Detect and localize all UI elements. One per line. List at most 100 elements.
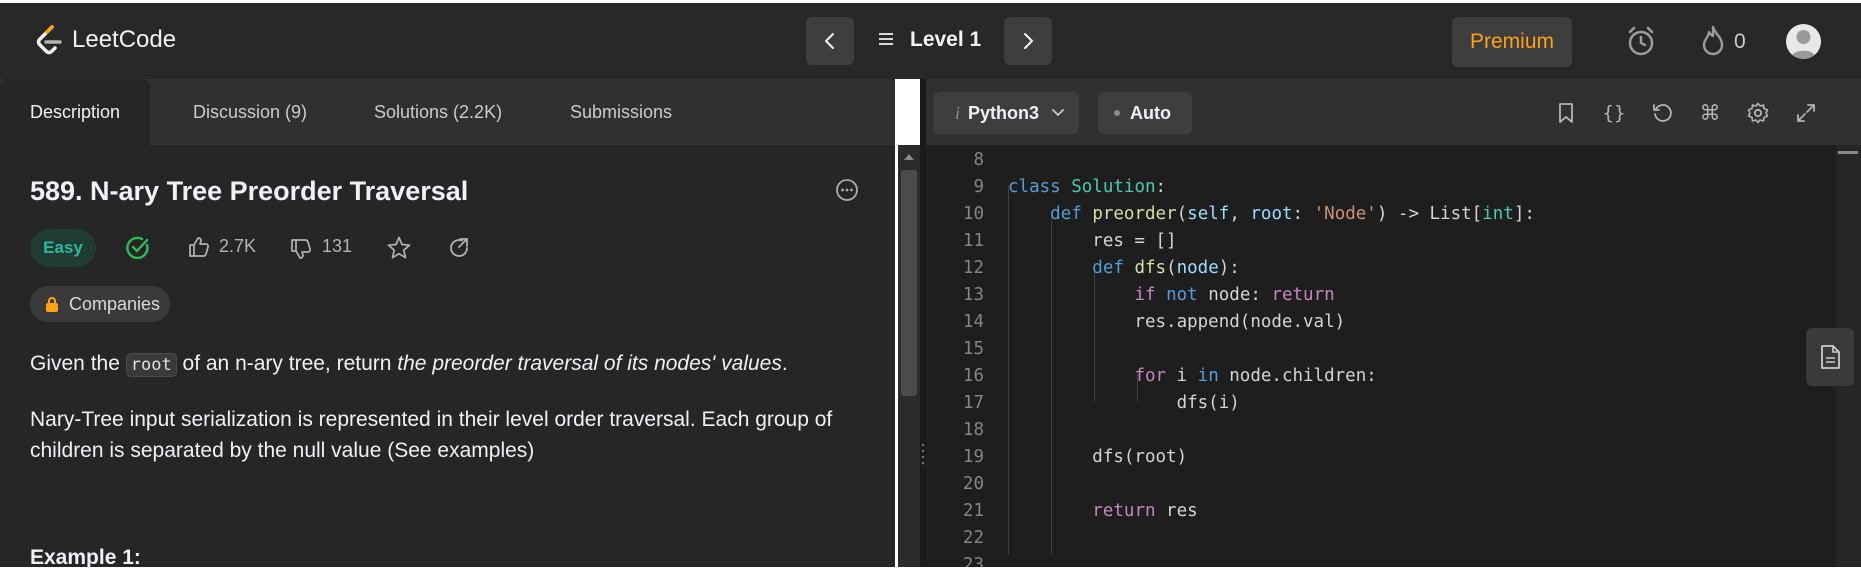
user-icon <box>1790 30 1817 59</box>
scroll-up-arrow-icon[interactable] <box>902 152 916 162</box>
notes-panel-button[interactable] <box>1806 328 1854 386</box>
line-number: 11 <box>962 231 984 251</box>
code-line: 11 res = [] <box>926 228 1836 255</box>
settings-gear-icon[interactable] <box>1745 100 1771 126</box>
code-line: 8 <box>926 147 1836 174</box>
streak-count: 0 <box>1734 30 1746 53</box>
description-scroll-thumb[interactable] <box>901 170 917 396</box>
tab-submissions[interactable]: Submissions <box>570 79 672 145</box>
fullscreen-icon[interactable] <box>1793 100 1819 126</box>
line-number: 16 <box>962 366 984 386</box>
leetcode-logo-icon[interactable] <box>34 24 64 58</box>
next-problem-button[interactable] <box>1004 17 1052 65</box>
problem-title: 589. N-ary Tree Preorder Traversal <box>30 176 469 206</box>
line-number: 14 <box>962 312 984 332</box>
more-options-icon[interactable] <box>835 178 859 202</box>
premium-button[interactable]: Premium <box>1452 17 1572 67</box>
editor-scroll-marker <box>1838 151 1858 154</box>
code-text: res = [] <box>1008 231 1177 251</box>
streak-flame-icon[interactable] <box>1698 24 1728 58</box>
code-text: dfs(i) <box>1008 393 1240 413</box>
line-number: 12 <box>962 258 984 278</box>
line-number: 9 <box>973 177 984 197</box>
info-icon: i <box>955 102 961 123</box>
language-select[interactable]: i Python3 <box>933 92 1079 134</box>
code-line: 16 for i in node.children: <box>926 363 1836 390</box>
status-dot-icon <box>1114 110 1120 116</box>
code-line: 13 if not node: return <box>926 282 1836 309</box>
desc-text-italic: the preorder traversal of its nodes' val… <box>397 352 782 375</box>
code-text: dfs(root) <box>1008 447 1188 467</box>
autocomplete-mode-button[interactable]: Auto <box>1098 92 1192 134</box>
code-line: 18 <box>926 417 1836 444</box>
line-number: 17 <box>962 393 984 413</box>
language-label: Python3 <box>968 102 1040 123</box>
line-number: 8 <box>973 150 984 170</box>
document-icon <box>1821 345 1840 369</box>
timer-icon[interactable] <box>1624 24 1658 58</box>
code-line: 17 dfs(i) <box>926 390 1836 417</box>
code-editor[interactable]: 8 9 class Solution: 10 def preorder(self,… <box>926 145 1836 567</box>
code-text: res.append(node.val) <box>1008 312 1346 332</box>
reset-icon[interactable] <box>1649 100 1675 126</box>
user-avatar[interactable] <box>1786 24 1821 59</box>
code-text: def preorder(self, root: 'Node') -> List… <box>1050 204 1535 224</box>
mode-label: Auto <box>1130 102 1171 123</box>
solved-check-icon <box>124 234 152 262</box>
chevron-left-icon <box>825 33 834 49</box>
desc-text-start: Given the <box>30 352 126 375</box>
line-number: 15 <box>962 339 984 359</box>
code-line: 9 class Solution: <box>926 174 1836 201</box>
line-number: 19 <box>962 447 984 467</box>
companies-button[interactable]: Companies <box>30 286 170 322</box>
line-number: 18 <box>962 420 984 440</box>
code-text: if not node: return <box>1134 285 1335 305</box>
share-icon[interactable] <box>446 235 472 261</box>
code-line: 20 <box>926 471 1836 498</box>
format-code-icon[interactable]: {} <box>1601 100 1627 126</box>
drag-handle-icon[interactable] <box>921 442 925 466</box>
code-line: 23 <box>926 552 1836 567</box>
description-panel <box>0 79 895 567</box>
code-line: 15 <box>926 336 1836 363</box>
code-line: 19 dfs(root) <box>926 444 1836 471</box>
code-line: 22 <box>926 525 1836 552</box>
code-text: for i in node.children: <box>1134 366 1377 386</box>
chevron-right-icon <box>1024 33 1033 49</box>
code-line: 10 def preorder(self, root: 'Node') -> L… <box>926 201 1836 228</box>
dislikes-count: 131 <box>322 236 353 256</box>
problem-list-title[interactable]: Level 1 <box>910 28 981 52</box>
star-icon[interactable] <box>385 234 413 262</box>
desc-text-middle: of an n-ary tree, return <box>176 352 398 375</box>
logo-text[interactable]: LeetCode <box>72 26 176 54</box>
example-1-title: Example 1: <box>30 546 141 569</box>
likes-count: 2.7K <box>219 236 257 256</box>
code-line: 14 res.append(node.val) <box>926 309 1836 336</box>
prev-problem-button[interactable] <box>806 17 854 65</box>
desc-text-end: . <box>781 352 788 375</box>
line-number: 20 <box>962 474 984 494</box>
code-text: class Solution: <box>1008 177 1167 197</box>
lock-icon <box>45 296 59 312</box>
shortcuts-command-icon[interactable]: ⌘ <box>1697 100 1723 126</box>
code-line: 21 return res <box>926 498 1836 525</box>
inline-code-root: root <box>125 353 177 377</box>
tab-description[interactable]: Description <box>0 79 150 145</box>
thumbs-down-icon[interactable] <box>288 236 314 262</box>
code-text: return res <box>1092 501 1198 521</box>
bookmark-icon[interactable] <box>1553 100 1579 126</box>
code-line: 12 def dfs(node): <box>926 255 1836 282</box>
companies-label: Companies <box>69 293 161 314</box>
problem-list-icon[interactable] <box>877 30 895 48</box>
thumbs-up-icon[interactable] <box>186 234 212 260</box>
description-paragraph-2: Nary-Tree input serialization is represe… <box>30 408 833 462</box>
line-number: 13 <box>962 285 984 305</box>
line-number: 23 <box>962 555 984 567</box>
tab-discussion[interactable]: Discussion (9) <box>193 79 307 145</box>
chevron-down-icon <box>1051 108 1065 118</box>
description-paragraph-1: Given the root of an n-ary tree, return … <box>30 348 860 381</box>
tab-solutions[interactable]: Solutions (2.2K) <box>374 79 502 145</box>
line-number: 22 <box>962 528 984 548</box>
difficulty-badge: Easy <box>30 229 96 267</box>
code-text: def dfs(node): <box>1092 258 1240 278</box>
